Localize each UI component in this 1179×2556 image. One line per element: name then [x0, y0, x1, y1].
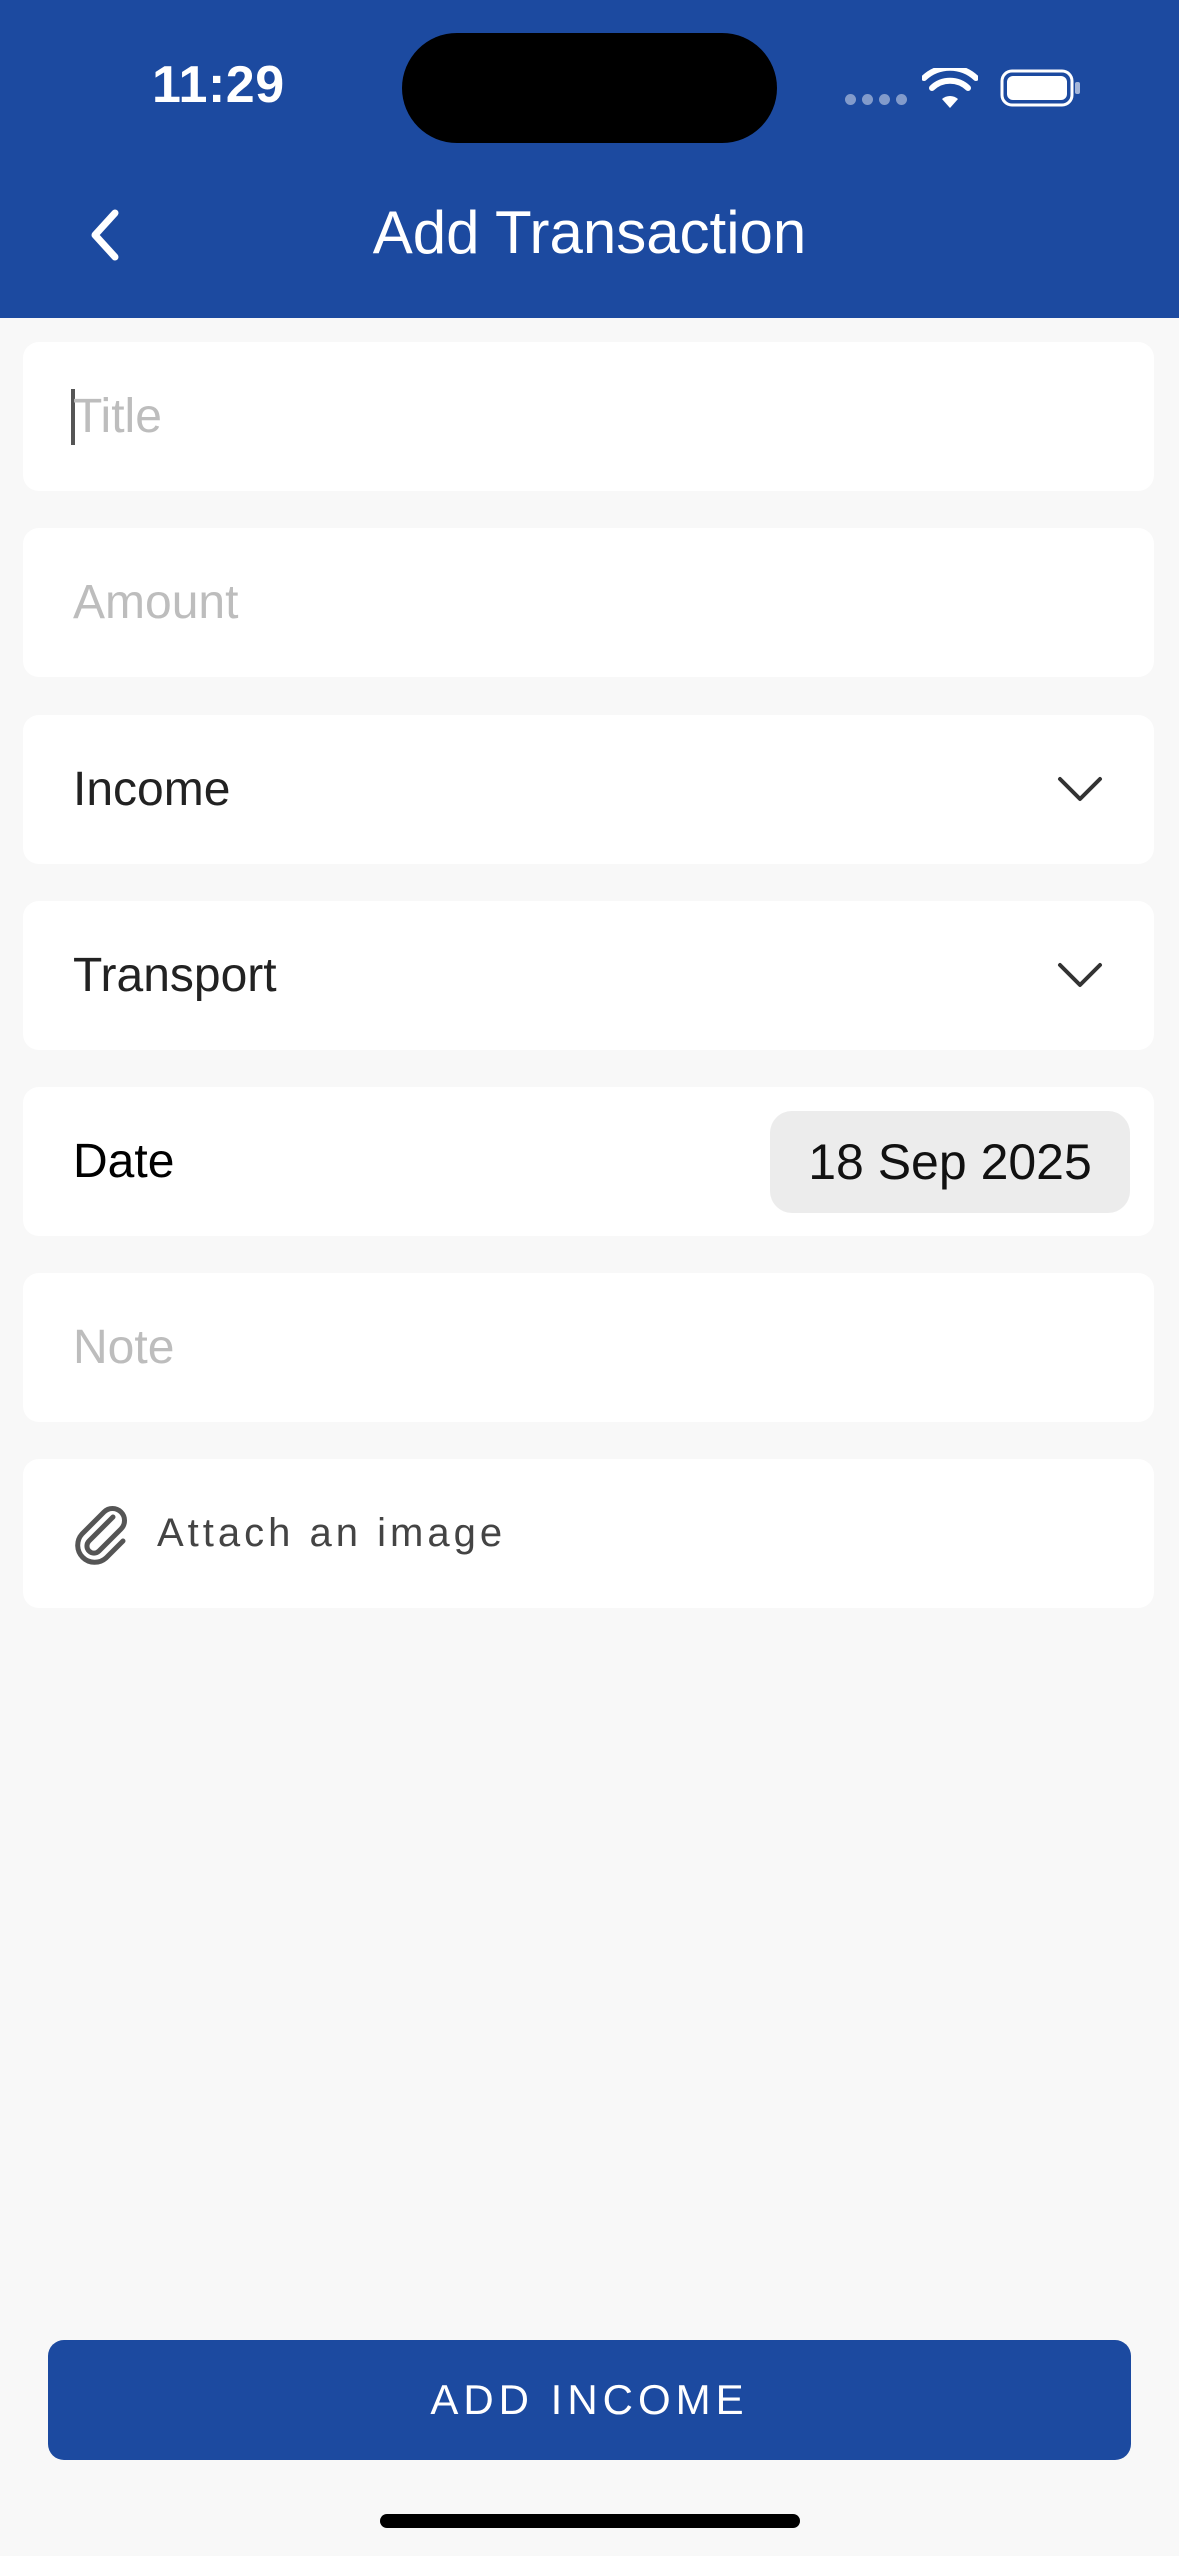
- transaction-type-select[interactable]: Income: [23, 715, 1154, 864]
- add-income-button[interactable]: ADD INCOME: [48, 2340, 1131, 2460]
- note-placeholder: Note: [73, 1321, 175, 1374]
- title-placeholder: Title: [73, 390, 162, 443]
- battery-icon: [1000, 69, 1080, 107]
- attach-image-label: Attach an image: [157, 1511, 507, 1555]
- app-header: 11:29 Add Transaction: [0, 0, 1179, 318]
- date-picker-button[interactable]: 18 Sep 2025: [770, 1111, 1130, 1213]
- title-field[interactable]: Title: [23, 342, 1154, 491]
- attach-image-row: Attach an image: [73, 1459, 506, 1608]
- cellular-signal-icon: [845, 94, 907, 105]
- chevron-down-icon: [1058, 963, 1102, 987]
- status-time: 11:29: [152, 56, 285, 114]
- amount-field[interactable]: Amount: [23, 528, 1154, 677]
- paperclip-icon: [75, 1505, 127, 1565]
- dynamic-island: [402, 33, 777, 143]
- note-field[interactable]: Note: [23, 1273, 1154, 1422]
- attach-image-button[interactable]: Attach an image: [23, 1459, 1154, 1608]
- category-value: Transport: [73, 949, 277, 1002]
- wifi-icon: [922, 68, 978, 108]
- date-label: Date: [73, 1135, 175, 1188]
- transaction-type-value: Income: [73, 763, 231, 816]
- home-indicator: [380, 2514, 800, 2528]
- page-title: Add Transaction: [372, 199, 807, 266]
- date-row: Date 18 Sep 2025: [23, 1087, 1154, 1236]
- chevron-down-icon: [1058, 777, 1102, 801]
- category-select[interactable]: Transport: [23, 901, 1154, 1050]
- amount-placeholder: Amount: [73, 576, 239, 629]
